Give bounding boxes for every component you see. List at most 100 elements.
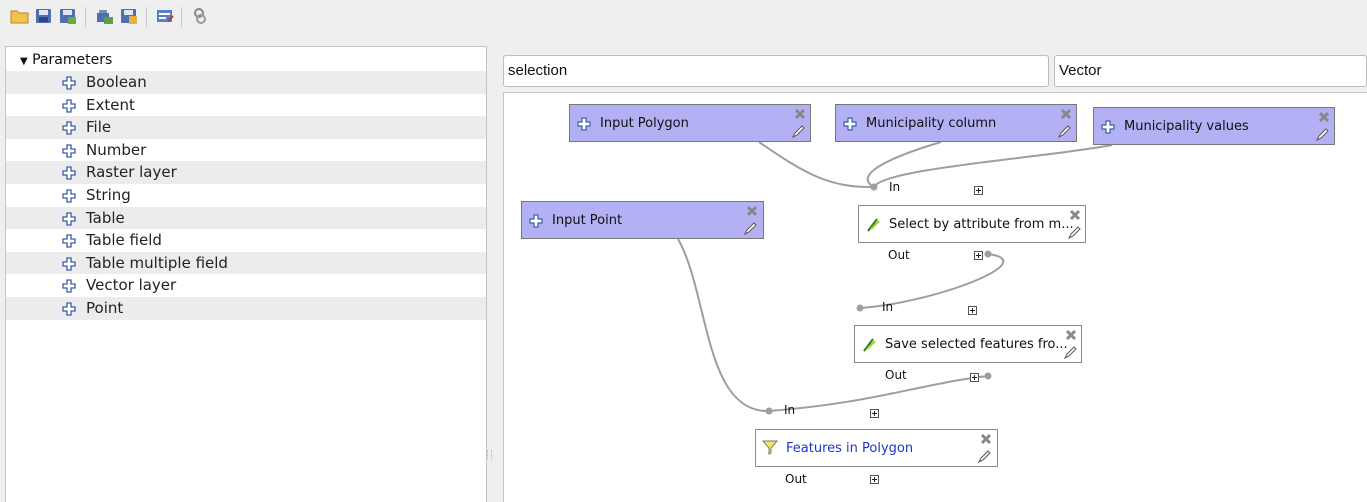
tree-item-raster-layer[interactable]: Raster layer	[6, 161, 486, 184]
cross-icon	[61, 274, 77, 296]
tree-item-extent[interactable]: Extent	[6, 94, 486, 117]
tree-item-label: String	[86, 186, 131, 204]
tree-item-table-field[interactable]: Table field	[6, 229, 486, 252]
close-icon[interactable]	[980, 433, 992, 445]
cross-icon	[61, 94, 77, 116]
node-label: Select by attribute from m...	[889, 217, 1074, 232]
tree-item-table-multiple-field[interactable]: Table multiple field	[6, 251, 486, 275]
expand-outputs-icon[interactable]	[974, 251, 983, 260]
export-python-icon[interactable]	[119, 6, 139, 26]
pencil-icon[interactable]	[1057, 125, 1071, 139]
input-port-label: In	[882, 300, 894, 314]
main-toolbar	[0, 0, 1367, 34]
port-dot	[984, 372, 992, 380]
tree-item-label: Vector layer	[86, 276, 177, 295]
expand-outputs-icon[interactable]	[970, 373, 979, 382]
expand-outputs-icon[interactable]	[870, 475, 879, 484]
export-image-icon[interactable]	[95, 6, 115, 26]
node-input-polygon[interactable]: Input Polygon	[569, 104, 811, 142]
save-as-icon[interactable]	[58, 6, 78, 26]
splitter-handle[interactable]	[487, 450, 492, 460]
model-name-input[interactable]	[503, 55, 1049, 87]
node-select-by-attribute[interactable]: Select by attribute from m...	[858, 205, 1086, 243]
tree-item-number[interactable]: Number	[6, 139, 486, 162]
save-icon[interactable]	[34, 6, 54, 26]
port-dot	[984, 250, 992, 258]
toolbar-separator	[181, 7, 182, 27]
tree-item-vector-layer[interactable]: Vector layer	[6, 274, 486, 297]
port-dot	[870, 183, 878, 191]
tree-item-label: Number	[86, 140, 147, 159]
tree-item-label: Table field	[86, 231, 162, 250]
toolbar-separator	[146, 7, 147, 27]
run-model-icon[interactable]	[190, 6, 210, 26]
tree-item-file[interactable]: File	[6, 116, 486, 139]
node-features-in-polygon[interactable]: Features in Polygon	[755, 429, 998, 467]
model-canvas[interactable]: Input Polygon Municipality column Munici…	[503, 92, 1367, 502]
node-label: Save selected features fro...	[885, 337, 1068, 352]
pencil-icon[interactable]	[743, 222, 757, 236]
close-icon[interactable]	[1318, 111, 1330, 123]
algorithm-icon	[865, 217, 881, 233]
tree-item-label: Table	[86, 208, 125, 227]
node-save-selected-features[interactable]: Save selected features fro...	[854, 325, 1082, 363]
pencil-icon[interactable]	[791, 125, 805, 139]
output-port-label: Out	[888, 248, 910, 262]
cross-icon	[576, 116, 592, 132]
cross-icon	[842, 116, 858, 132]
tree-item-boolean[interactable]: Boolean	[6, 71, 486, 94]
expand-arrow-icon[interactable]: ▼	[20, 56, 28, 67]
tree-item-point[interactable]: Point	[6, 297, 486, 320]
node-input-point[interactable]: Input Point	[521, 201, 764, 239]
expand-inputs-icon[interactable]	[870, 409, 879, 418]
pencil-icon[interactable]	[977, 450, 991, 464]
close-icon[interactable]	[1069, 209, 1081, 221]
input-port-label: In	[889, 180, 901, 194]
port-dot	[765, 407, 773, 415]
filter-icon	[761, 439, 779, 455]
algorithm-icon	[861, 337, 877, 353]
model-group-input[interactable]	[1054, 55, 1367, 87]
node-label: Municipality values	[1124, 119, 1249, 134]
tree-item-table[interactable]: Table	[6, 206, 486, 230]
pencil-icon[interactable]	[1063, 346, 1077, 360]
close-icon[interactable]	[794, 108, 806, 120]
pencil-icon[interactable]	[1067, 226, 1081, 240]
expand-inputs-icon[interactable]	[968, 306, 977, 315]
tree-item-label: File	[86, 118, 112, 137]
toolbar-separator	[85, 7, 86, 27]
parameters-tree: ▼ Parameters Boolean Extent File Number …	[5, 46, 487, 502]
input-port-label: In	[784, 403, 796, 417]
tree-item-label: Extent	[86, 95, 135, 114]
cross-icon	[61, 207, 77, 229]
tree-item-label: Raster layer	[86, 163, 177, 182]
expand-inputs-icon[interactable]	[974, 186, 983, 195]
pencil-icon[interactable]	[1315, 128, 1329, 142]
tree-item-label: Boolean	[86, 73, 147, 91]
cross-icon	[61, 229, 77, 251]
node-municipality-column[interactable]: Municipality column	[835, 104, 1077, 142]
link-input-polygon	[758, 141, 875, 189]
node-municipality-values[interactable]: Municipality values	[1093, 107, 1335, 145]
tree-item-string[interactable]: String	[6, 184, 486, 207]
cross-icon	[61, 139, 77, 161]
output-port-label: Out	[785, 472, 807, 486]
cross-icon	[1100, 119, 1116, 135]
cross-icon	[61, 297, 77, 319]
cross-icon	[61, 116, 77, 138]
close-icon[interactable]	[1060, 108, 1072, 120]
tree-root-label: Parameters	[32, 52, 113, 68]
edit-help-icon[interactable]	[155, 6, 175, 26]
tree-root-parameters[interactable]: ▼ Parameters	[20, 50, 112, 70]
close-icon[interactable]	[1065, 329, 1077, 341]
node-label: Features in Polygon	[786, 441, 914, 456]
cross-icon	[61, 161, 77, 183]
cross-icon	[61, 71, 77, 93]
port-dot	[856, 304, 864, 312]
close-icon[interactable]	[746, 205, 758, 217]
output-port-label: Out	[885, 368, 907, 382]
link-municipality-column	[866, 141, 942, 188]
tree-item-label: Table multiple field	[86, 253, 228, 272]
tree-item-label: Point	[86, 299, 124, 317]
open-folder-icon[interactable]	[10, 6, 30, 26]
